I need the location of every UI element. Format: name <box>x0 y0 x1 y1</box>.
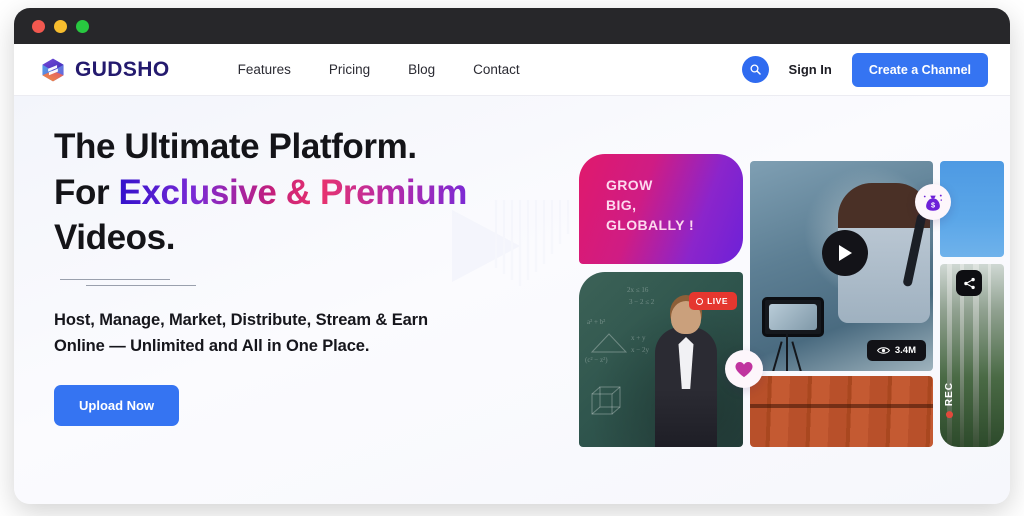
svg-text:$: $ <box>931 201 935 210</box>
page-title: The Ultimate Platform. For Exclusive & P… <box>54 124 524 261</box>
podcast-video-thumbnail[interactable]: 3.4M <box>750 161 933 371</box>
rec-label-text: REC <box>944 382 955 407</box>
decorative-divider <box>60 278 200 291</box>
view-count-label: 3.4M <box>894 345 916 356</box>
play-icon <box>839 245 853 262</box>
promo-line-2: BIG, <box>606 196 637 213</box>
blue-placeholder-tile[interactable] <box>940 161 1004 257</box>
sign-in-link[interactable]: Sign In <box>789 62 832 77</box>
headline-line-1: The Ultimate Platform. <box>54 127 417 166</box>
presenter-figure <box>655 327 717 447</box>
money-bag-icon: $ <box>923 194 942 211</box>
share-button[interactable] <box>956 270 982 296</box>
nav-link-blog[interactable]: Blog <box>408 62 435 77</box>
subhead-line-2: Online — Unlimited and All in One Place. <box>54 337 370 356</box>
view-count-badge: 3.4M <box>866 340 926 361</box>
chalk-triangle-icon <box>590 333 628 353</box>
window-close-button[interactable] <box>32 19 45 33</box>
wood-desk-thumbnail[interactable] <box>750 376 933 447</box>
classroom-thumbnail[interactable]: 2x ≤ 16 3 − 2 ≤ 2 x + y x − 2y a² + b² (… <box>579 272 743 447</box>
create-channel-button[interactable]: Create a Channel <box>851 52 988 87</box>
window-zoom-button[interactable] <box>76 19 89 33</box>
live-badge: LIVE <box>689 292 737 310</box>
primary-nav: Features Pricing Blog Contact <box>238 62 520 77</box>
eye-icon <box>876 347 890 354</box>
promo-line-1: GROW <box>606 177 653 193</box>
browser-window: GUDSHO Features Pricing Blog Contact Sig… <box>14 8 1010 504</box>
live-badge-label: LIVE <box>707 296 728 306</box>
window-minimize-button[interactable] <box>54 19 67 33</box>
chalk-cube-icon <box>591 386 621 415</box>
hero-media-collage: GROW BIG, GLOBALLY ! 2x ≤ 16 3 − 2 ≤ 2 x… <box>570 154 1010 504</box>
rec-indicator: REC <box>944 382 955 419</box>
site-navbar: GUDSHO Features Pricing Blog Contact Sig… <box>14 44 1010 96</box>
headline-line-3: Videos. <box>54 218 176 257</box>
hero-section: The Ultimate Platform. For Exclusive & P… <box>14 96 1010 504</box>
window-titlebar <box>14 8 1010 44</box>
hero-copy: The Ultimate Platform. For Exclusive & P… <box>54 124 524 426</box>
brand-name: GUDSHO <box>75 57 170 81</box>
search-button[interactable] <box>741 56 769 83</box>
like-badge <box>725 350 763 388</box>
subhead-line-1: Host, Manage, Market, Distribute, Stream… <box>54 310 428 329</box>
camera-prop <box>762 297 824 337</box>
upload-now-button[interactable]: Upload Now <box>54 384 180 426</box>
brand-logo[interactable]: GUDSHO <box>40 57 170 83</box>
headline-line-2-plain: For <box>54 172 119 212</box>
gudsho-logo-icon <box>42 58 64 81</box>
share-icon <box>963 277 975 289</box>
promo-line-3: GLOBALLY ! <box>606 216 695 233</box>
monetization-badge: $ <box>915 184 951 220</box>
search-icon <box>750 64 761 75</box>
headline-line-2-gradient: Exclusive & Premium <box>118 172 468 212</box>
navbar-actions: Sign In Create a Channel <box>741 52 988 87</box>
heart-icon <box>735 362 753 378</box>
hero-subheading: Host, Manage, Market, Distribute, Stream… <box>54 307 484 360</box>
nav-link-pricing[interactable]: Pricing <box>329 62 370 77</box>
nav-link-features[interactable]: Features <box>238 62 291 77</box>
nav-link-contact[interactable]: Contact <box>473 62 520 77</box>
rec-dot-icon <box>946 411 953 419</box>
live-dot-icon <box>696 297 704 305</box>
promo-card: GROW BIG, GLOBALLY ! <box>579 154 743 264</box>
play-button-overlay[interactable] <box>822 230 869 277</box>
